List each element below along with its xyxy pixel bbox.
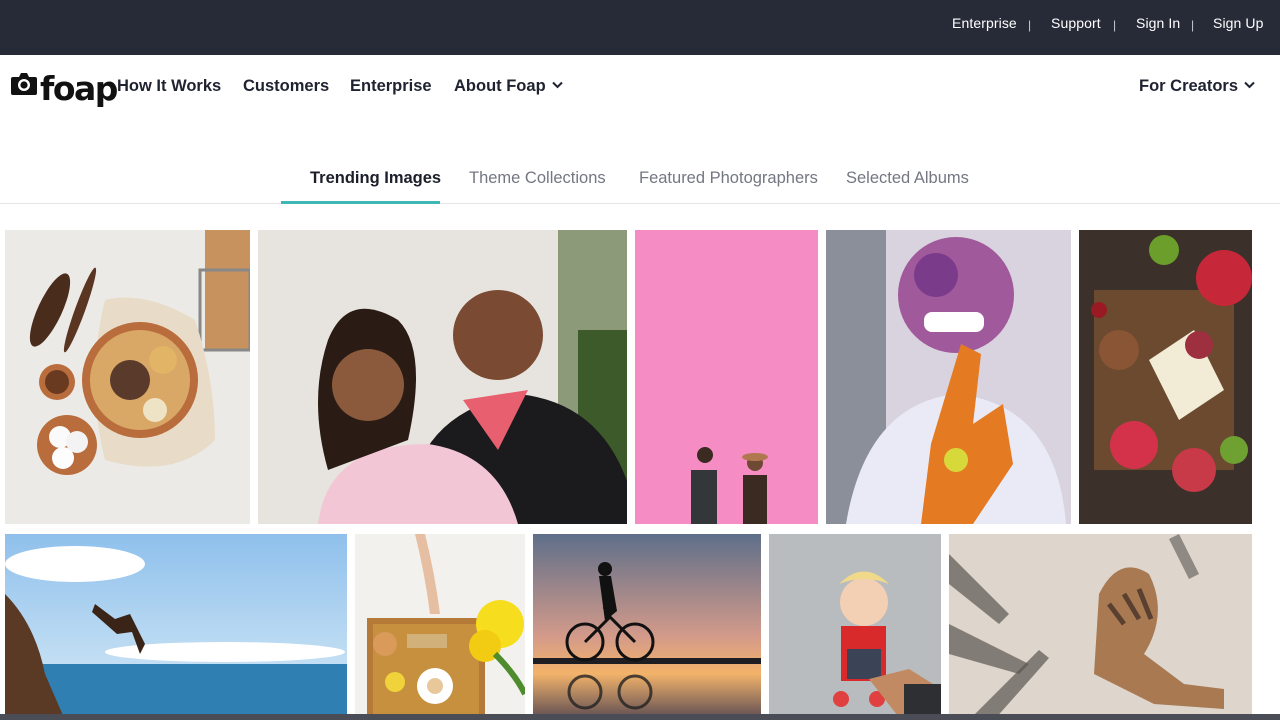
nav-enterprise[interactable]: Enterprise xyxy=(350,77,432,96)
tab-theme-collections[interactable]: Theme Collections xyxy=(469,169,606,188)
nav-customers[interactable]: Customers xyxy=(243,77,329,96)
topbar-support-link[interactable]: Support xyxy=(1051,15,1101,31)
breakfast-tray-photo[interactable] xyxy=(355,534,525,720)
nav-about-foap-label: About Foap xyxy=(454,77,546,95)
toddler-hand-photo[interactable] xyxy=(769,534,941,720)
topbar-sign-up-link[interactable]: Sign Up xyxy=(1213,15,1264,31)
pink-wall-couple-photo[interactable] xyxy=(635,230,818,524)
main-navigation: foap How It Works Customers Enterprise A… xyxy=(0,55,1280,120)
horizontal-scrollbar[interactable] xyxy=(0,714,1280,720)
nav-about-foap[interactable]: About Foap xyxy=(454,77,563,96)
active-tab-indicator xyxy=(281,201,440,204)
chevron-down-icon xyxy=(551,81,563,89)
topbar-separator: | xyxy=(1113,18,1117,32)
tab-featured-photographers[interactable]: Featured Photographers xyxy=(639,169,818,188)
foap-logo[interactable]: foap xyxy=(10,69,118,108)
sunset-cyclist-photo[interactable] xyxy=(533,534,761,720)
couple-portrait-photo[interactable] xyxy=(258,230,627,524)
topbar-enterprise-link[interactable]: Enterprise xyxy=(952,15,1017,31)
brand-wordmark: foap xyxy=(40,69,118,108)
camera-icon xyxy=(11,73,37,95)
chevron-down-icon xyxy=(1244,81,1255,89)
snack-bowl-photo[interactable] xyxy=(5,230,250,524)
fruit-cheese-board-photo[interactable] xyxy=(1079,230,1252,524)
holi-color-face-photo[interactable] xyxy=(826,230,1071,524)
top-utility-bar: Enterprise | Support | Sign In | Sign Up xyxy=(0,0,1280,55)
topbar-separator: | xyxy=(1028,18,1032,32)
nav-how-it-works[interactable]: How It Works xyxy=(117,77,221,96)
palm-shadow-photo[interactable] xyxy=(949,534,1252,720)
topbar-sign-in-link[interactable]: Sign In xyxy=(1136,15,1180,31)
gallery-tabs: Trending Images Theme Collections Featur… xyxy=(0,155,1280,204)
topbar-separator: | xyxy=(1191,18,1195,32)
nav-for-creators[interactable]: For Creators xyxy=(1139,77,1255,96)
nav-for-creators-label: For Creators xyxy=(1139,77,1239,95)
tab-trending-images[interactable]: Trending Images xyxy=(310,169,441,188)
cliff-dive-photo[interactable] xyxy=(5,534,347,720)
tab-selected-albums[interactable]: Selected Albums xyxy=(846,169,969,188)
